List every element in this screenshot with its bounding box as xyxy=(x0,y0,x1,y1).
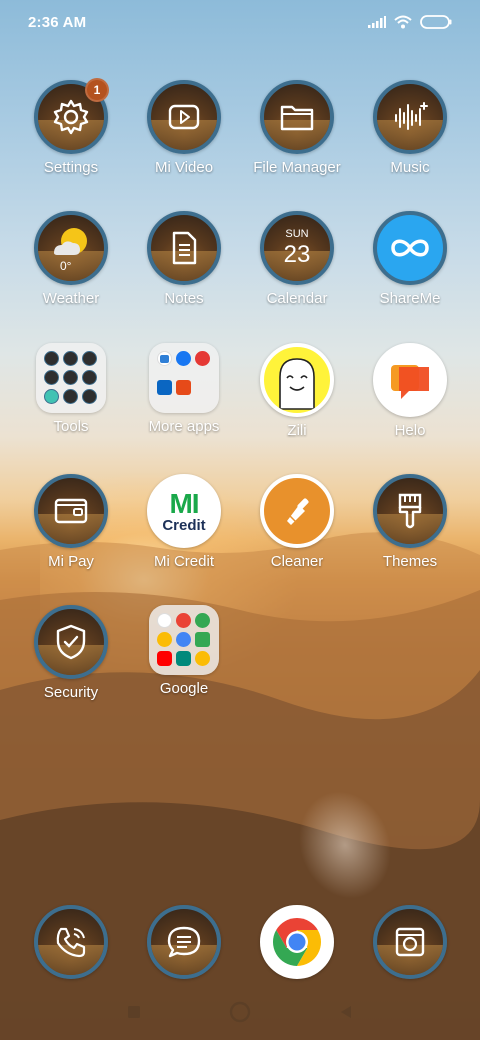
app-shareme[interactable]: ShareMe xyxy=(354,211,466,323)
weather-sun-cloud-icon: 0° xyxy=(34,211,108,285)
helo-chat-icon xyxy=(373,343,447,417)
mi-credit-logo-text: Credit xyxy=(162,516,206,534)
app-cleaner[interactable]: Cleaner xyxy=(241,474,353,586)
app-label: Cleaner xyxy=(270,553,324,570)
wallet-icon xyxy=(34,474,108,548)
wifi-icon xyxy=(394,15,412,29)
app-label: Mi Video xyxy=(154,159,214,176)
dock-phone[interactable] xyxy=(15,905,127,985)
home-button[interactable] xyxy=(227,999,253,1025)
app-label: ShareMe xyxy=(379,290,441,307)
status-icons xyxy=(368,15,452,29)
app-mi-video[interactable]: Mi Video xyxy=(128,80,240,192)
battery-icon xyxy=(420,15,452,29)
app-themes[interactable]: Themes xyxy=(354,474,466,586)
status-bar: 2:36 AM xyxy=(0,0,480,44)
app-label: Mi Credit xyxy=(153,553,214,570)
app-helo[interactable]: Helo xyxy=(354,343,466,455)
navigation-bar xyxy=(0,990,480,1034)
app-weather[interactable]: 0° Weather xyxy=(15,211,127,323)
tools-folder-icon xyxy=(36,343,106,413)
notification-badge: 1 xyxy=(85,78,109,102)
app-mi-pay[interactable]: Mi Pay xyxy=(15,474,127,586)
camera-icon xyxy=(373,905,447,979)
home-circle-icon xyxy=(229,1001,251,1023)
folder-more-apps[interactable]: More apps xyxy=(128,343,240,455)
app-label: Mi Pay xyxy=(48,553,94,570)
calendar-day: SUN xyxy=(285,228,309,240)
app-zili[interactable]: Zili xyxy=(241,343,353,455)
app-label: Music xyxy=(390,159,430,176)
back-button[interactable] xyxy=(333,999,359,1025)
phone-icon xyxy=(34,905,108,979)
folder-icon xyxy=(260,80,334,154)
music-waveform-icon xyxy=(373,80,447,154)
app-label: Helo xyxy=(394,422,426,439)
app-file-manager[interactable]: File Manager xyxy=(241,80,353,192)
app-notes[interactable]: Notes xyxy=(128,211,240,323)
folder-tools[interactable]: Tools xyxy=(15,343,127,455)
signal-icon xyxy=(368,16,386,28)
calendar-icon: SUN 23 xyxy=(260,211,334,285)
app-label: Security xyxy=(43,684,99,701)
more-apps-folder-icon xyxy=(149,343,219,413)
mi-credit-logo-icon: MI Credit xyxy=(147,474,221,548)
app-settings[interactable]: 1 Settings xyxy=(15,78,127,192)
app-label: Tools xyxy=(53,418,89,435)
wallpaper-river xyxy=(283,777,407,913)
app-calendar[interactable]: SUN 23 Calendar xyxy=(241,211,353,323)
folder-google[interactable]: Google xyxy=(128,605,240,717)
app-label: Google xyxy=(159,680,209,697)
dock-camera[interactable] xyxy=(354,905,466,985)
app-music[interactable]: Music xyxy=(354,80,466,192)
dock-messages[interactable] xyxy=(128,905,240,985)
zili-face-icon xyxy=(260,343,334,417)
dock-chrome[interactable] xyxy=(241,905,353,985)
app-label: Settings xyxy=(43,159,99,176)
google-folder-icon xyxy=(149,605,219,675)
paintbrush-icon xyxy=(373,474,447,548)
chrome-icon xyxy=(260,905,334,979)
recents-square-icon xyxy=(128,1006,140,1018)
app-label: File Manager xyxy=(253,159,341,176)
app-label: Calendar xyxy=(266,290,328,307)
app-security[interactable]: Security xyxy=(15,605,127,717)
app-label: Notes xyxy=(164,290,204,307)
calendar-date: 23 xyxy=(283,241,311,268)
recents-button[interactable] xyxy=(121,999,147,1025)
video-play-icon xyxy=(147,80,221,154)
app-label: Zili xyxy=(287,422,307,439)
cleaner-brush-icon xyxy=(260,474,334,548)
messages-icon xyxy=(147,905,221,979)
app-label: Weather xyxy=(42,290,100,307)
notes-document-icon xyxy=(147,211,221,285)
app-mi-credit[interactable]: MI Credit Mi Credit xyxy=(128,474,240,586)
shareme-infinity-icon xyxy=(373,211,447,285)
status-time: 2:36 AM xyxy=(28,13,87,31)
weather-temperature: 0° xyxy=(60,259,72,273)
back-triangle-icon xyxy=(341,1006,351,1018)
app-label: More apps xyxy=(148,418,220,435)
shield-check-icon xyxy=(34,605,108,679)
app-label: Themes xyxy=(382,553,438,570)
